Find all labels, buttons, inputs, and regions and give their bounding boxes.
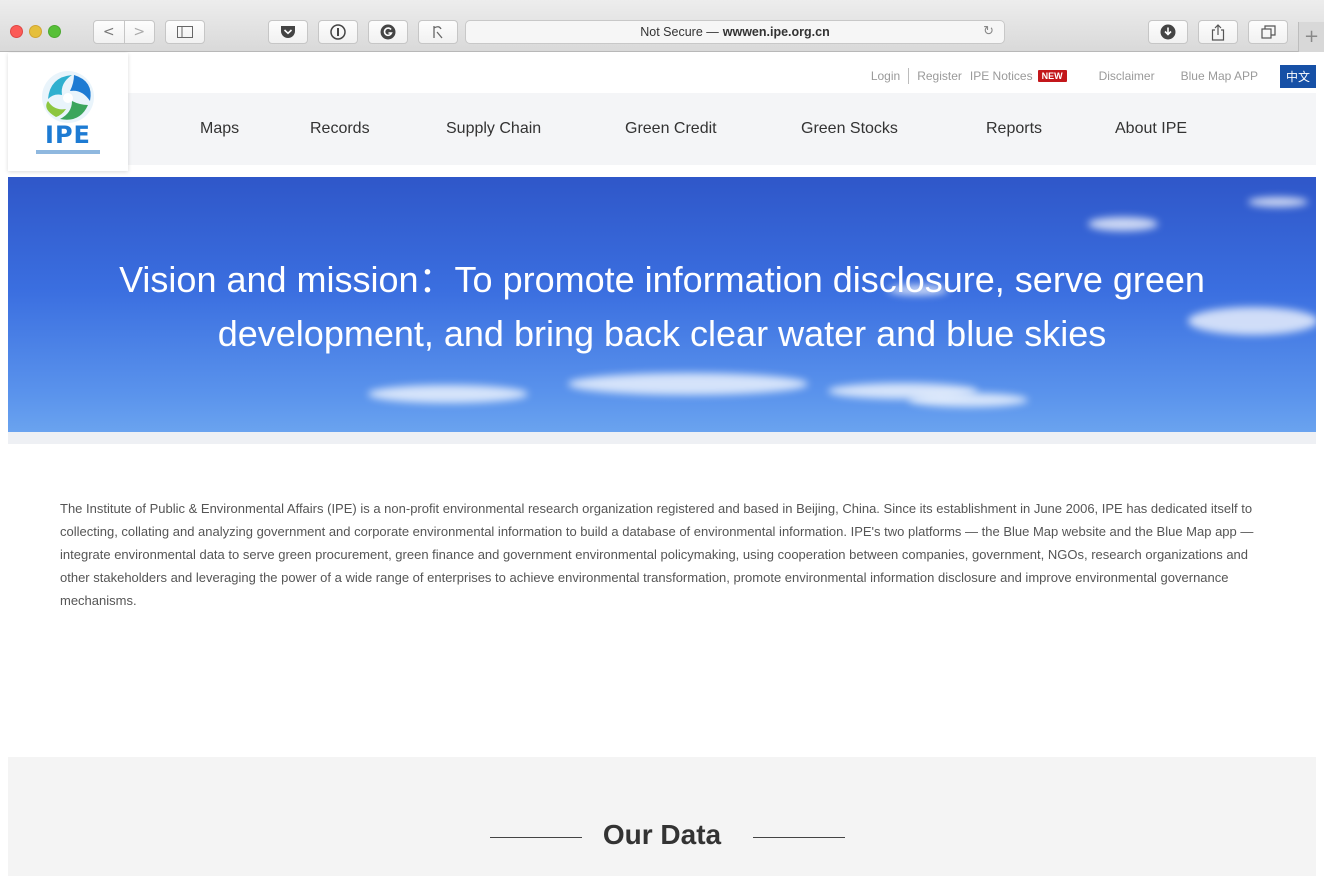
nav-green-stocks[interactable]: Green Stocks: [801, 93, 898, 165]
grammarly-icon: [380, 24, 396, 40]
heading-rule-right: [753, 837, 845, 838]
utility-links: Login Register IPE Notices NEW Disclaime…: [871, 64, 1316, 88]
disclaimer-link[interactable]: Disclaimer: [1099, 69, 1155, 83]
webpage: IPE Login Register IPE Notices NEW Discl…: [8, 53, 1316, 876]
browser-toolbar: < > Not Secure — wwwen.ipe.org.cn ↻ +: [0, 0, 1324, 52]
nav-reports[interactable]: Reports: [986, 93, 1042, 165]
login-link[interactable]: Login: [871, 69, 900, 83]
cloud: [1248, 197, 1308, 207]
pocket-button[interactable]: [268, 20, 308, 44]
logo-wordmark: IPE: [45, 121, 91, 149]
nav-about-ipe[interactable]: About IPE: [1115, 93, 1187, 165]
downloads-button[interactable]: [1148, 20, 1188, 44]
share-icon: [1211, 23, 1225, 41]
zoom-window-button[interactable]: [48, 25, 61, 38]
ipe-notices-link[interactable]: IPE Notices: [970, 69, 1033, 83]
logo-subtitle-bar: [36, 150, 100, 154]
hero-divider: [8, 432, 1316, 444]
pocket-icon: [281, 26, 295, 38]
cloud: [908, 393, 1028, 407]
cloud: [1088, 217, 1158, 231]
extension-icon: [433, 26, 443, 39]
ipe-logo-icon: [42, 71, 94, 123]
minimize-window-button[interactable]: [29, 25, 42, 38]
new-tab-button[interactable]: +: [1298, 22, 1324, 52]
tabs-overview-button[interactable]: [1248, 20, 1288, 44]
forward-button[interactable]: >: [123, 21, 155, 43]
hero-title-line-1: Vision and mission：To promote informatio…: [119, 259, 1205, 300]
address-bar[interactable]: Not Secure — wwwen.ipe.org.cn ↻: [465, 20, 1005, 44]
address-host: wwwen.ipe.org.cn: [722, 25, 830, 39]
close-window-button[interactable]: [10, 25, 23, 38]
password-icon: [330, 24, 346, 40]
history-nav: < >: [93, 20, 155, 44]
address-security-label: Not Secure —: [640, 25, 719, 39]
download-icon: [1160, 24, 1176, 40]
nav-supply-chain[interactable]: Supply Chain: [446, 93, 541, 165]
nav-maps[interactable]: Maps: [200, 93, 239, 165]
language-switch-button[interactable]: 中文: [1279, 64, 1316, 88]
main-nav: Maps Records Supply Chain Green Credit G…: [128, 93, 1316, 165]
divider: [908, 68, 910, 84]
cloud: [368, 385, 528, 403]
ipe-logo[interactable]: IPE: [8, 53, 128, 171]
nav-records[interactable]: Records: [310, 93, 370, 165]
sidebar-toggle-button[interactable]: [165, 20, 205, 44]
cloud: [568, 373, 808, 395]
blue-map-app-link[interactable]: Blue Map APP: [1181, 69, 1258, 83]
share-button[interactable]: [1198, 20, 1238, 44]
new-badge: NEW: [1037, 70, 1067, 82]
password-manager-button[interactable]: [318, 20, 358, 44]
hero-banner: Vision and mission：To promote informatio…: [8, 177, 1316, 432]
our-data-section: Our Data: [8, 757, 1316, 876]
our-data-heading: Our Data: [602, 819, 722, 850]
hero-title-line-2: development, and bring back clear water …: [217, 313, 1107, 354]
back-button[interactable]: <: [94, 21, 124, 43]
extension-button[interactable]: [418, 20, 458, 44]
grammarly-button[interactable]: [368, 20, 408, 44]
sidebar-icon: [177, 26, 193, 38]
nav-green-credit[interactable]: Green Credit: [625, 93, 717, 165]
reload-icon[interactable]: ↻: [983, 24, 994, 39]
hero-title: Vision and mission：To promote informatio…: [8, 253, 1316, 361]
intro-paragraph: The Institute of Public & Environmental …: [60, 501, 1254, 608]
tabs-icon: [1260, 25, 1276, 39]
register-link[interactable]: Register: [917, 69, 962, 83]
